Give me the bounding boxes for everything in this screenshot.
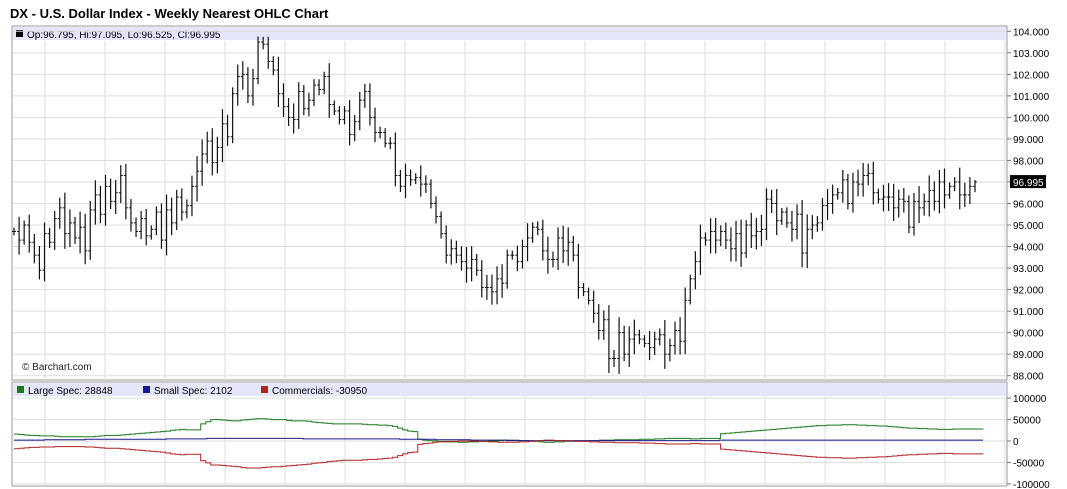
price-tick-label: 91.000: [1013, 307, 1044, 318]
large-spec-line: [14, 418, 984, 443]
price-tick-label: 94.000: [1013, 243, 1044, 254]
last-price-label: 96.995: [1013, 178, 1044, 189]
cot-panel-frame: [11, 381, 1008, 487]
cot-grid: [13, 397, 1006, 486]
price-tick-label: 104.000: [1013, 27, 1050, 38]
legend-swatch-commercials: [261, 386, 268, 393]
legend-swatch-large-spec: [17, 386, 24, 393]
price-tick-label: 99.000: [1013, 135, 1044, 146]
cot-tick-label: -50000: [1013, 458, 1045, 469]
price-tick-label: 101.000: [1013, 92, 1050, 103]
legend-commercials: Commercials: -30950: [272, 386, 367, 397]
cot-tick-label: 50000: [1013, 416, 1041, 427]
cot-tick-label: 100000: [1013, 394, 1047, 405]
price-axis: 88.000 89.000 90.000 91.000 92.000 93.000 94.0…: [1007, 27, 1050, 383]
legend-large-spec: Large Spec: 28848: [28, 386, 113, 397]
price-tick-label: 103.000: [1013, 49, 1050, 60]
cot-lines: [14, 418, 984, 469]
barchart-credit: © Barchart.com: [22, 362, 92, 373]
cot-axis: 100000 50000 0 -50000 -100000: [1007, 394, 1050, 489]
price-tick-label: 93.000: [1013, 264, 1044, 275]
price-tick-label: 88.000: [1013, 372, 1044, 383]
chart-canvas: Op:96.795, Hi:97.095, Lo:96.525, Cl:96.9…: [11, 25, 1050, 489]
price-tick-label: 95.000: [1013, 221, 1044, 232]
legend-small-spec: Small Spec: 2102: [154, 386, 233, 397]
price-tick-label: 98.000: [1013, 156, 1044, 167]
cot-tick-label: 0: [1013, 437, 1019, 448]
legend-swatch-small-spec: [143, 386, 150, 393]
commercials-line: [14, 439, 984, 469]
small-spec-line: [14, 437, 983, 442]
price-tick-label: 96.000: [1013, 200, 1044, 211]
price-tick-label: 102.000: [1013, 70, 1050, 81]
price-tick-label: 89.000: [1013, 350, 1044, 361]
price-bars: [12, 36, 977, 374]
cot-tick-label: -100000: [1013, 480, 1050, 489]
price-tick-label: 100.000: [1013, 113, 1050, 124]
price-tick-label: 92.000: [1013, 286, 1044, 297]
price-tick-label: 90.000: [1013, 329, 1044, 340]
